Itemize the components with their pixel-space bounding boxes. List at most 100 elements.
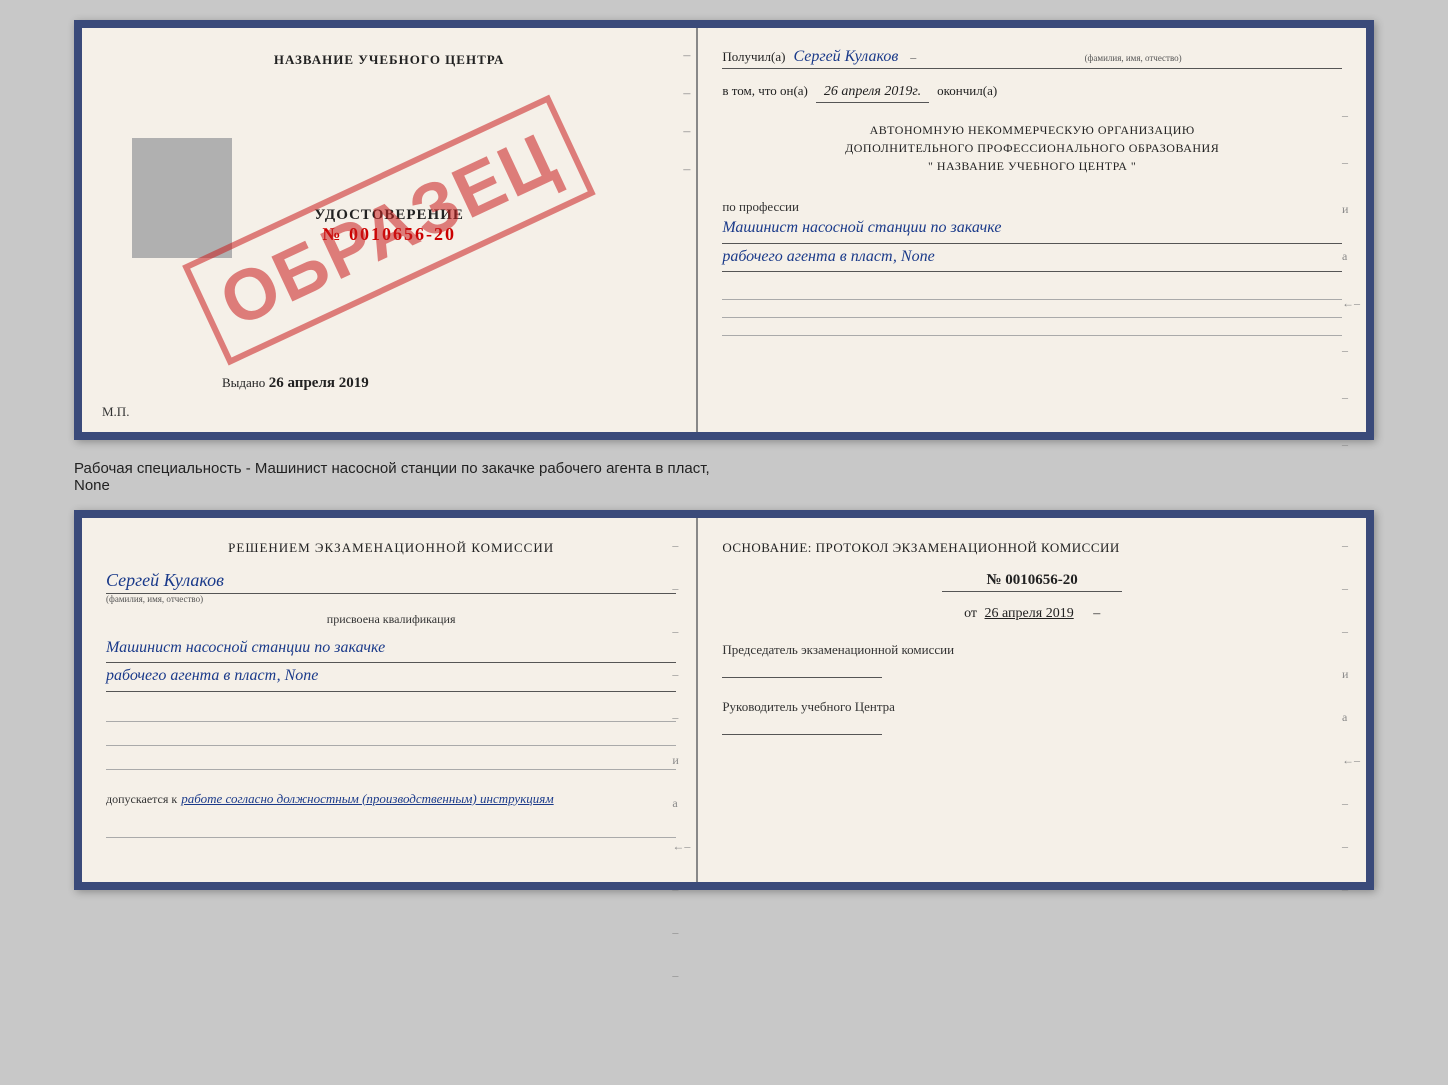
vydano-date: 26 апреля 2019	[269, 375, 369, 391]
photo-placeholder	[132, 138, 232, 258]
dash-3: –	[683, 124, 690, 140]
left-bottom-annotations: – – – – – и а ←– – – –	[672, 538, 690, 983]
dopusk-block: допускается к работе согласно должностны…	[106, 790, 676, 808]
b-ann-7: –	[672, 882, 690, 897]
vtom-line: в том, что он(а) 26 апреля 2019г. окончи…	[722, 83, 1342, 103]
kvalif-line1: Машинист насосной станции по закачке	[106, 635, 676, 664]
familiya-subtext-bottom: (фамилия, имя, отчество)	[106, 594, 676, 604]
top-document: НАЗВАНИЕ УЧЕБНОГО ЦЕНТРА УДОСТОВЕРЕНИЕ №…	[74, 20, 1374, 440]
predsedatel-label: Председатель экзаменационной комиссии	[722, 642, 1342, 658]
right-annotations: – – и а ←– – – –	[1342, 108, 1360, 452]
org-line3: " НАЗВАНИЕ УЧЕБНОГО ЦЕНТРА "	[722, 157, 1342, 175]
predsedatel-signature-line	[722, 658, 882, 678]
dopusk-label: допускается к	[106, 792, 177, 806]
predsedatel-block: Председатель экзаменационной комиссии	[722, 642, 1342, 683]
udostoverenie-block: УДОСТОВЕРЕНИЕ № 0010656-20	[314, 207, 464, 245]
profession-line2: рабочего агента в пласт, None	[722, 244, 1342, 273]
vydano-label: Выдано	[222, 375, 265, 390]
vtom-label: в том, что он(а)	[722, 83, 808, 99]
ann-dash-2: –	[1342, 155, 1360, 170]
dopusk-value: работе согласно должностным (производств…	[181, 791, 553, 806]
rukovoditel-signature-line	[722, 715, 882, 735]
bottom-document: Решением экзаменационной комиссии Сергей…	[74, 510, 1374, 890]
b-ann-5: –	[672, 710, 690, 725]
subtitle-line2: None	[74, 477, 110, 494]
rb-ann-3: –	[1342, 624, 1360, 639]
right-bottom-annotations: – – – и а ←– – – –	[1342, 538, 1360, 897]
b-ann-и: и	[672, 753, 690, 768]
top-doc-left: НАЗВАНИЕ УЧЕБНОГО ЦЕНТРА УДОСТОВЕРЕНИЕ №…	[82, 28, 698, 432]
udostoverenie-label: УДОСТОВЕРЕНИЕ	[314, 207, 464, 224]
b-ann-3: –	[672, 624, 690, 639]
b-ann-6: ←–	[672, 839, 690, 854]
person-name: Сергей Кулаков	[106, 570, 676, 594]
sep-4	[106, 824, 676, 838]
kvalif-line2: рабочего агента в пласт, None	[106, 663, 676, 692]
dash-2: –	[683, 86, 690, 102]
rb-ann-7: –	[1342, 882, 1360, 897]
b-ann-8: –	[672, 925, 690, 940]
b-ann-9: –	[672, 968, 690, 983]
top-doc-right: Получил(а) Сергей Кулаков – (фамилия, им…	[698, 28, 1366, 432]
ann-а: а	[1342, 249, 1360, 264]
mp-label: М.П.	[102, 404, 129, 420]
osnovanie-label: Основание: протокол экзаменационной коми…	[722, 538, 1342, 558]
rukovoditel-block: Руководитель учебного Центра	[722, 699, 1342, 740]
poluchil-line: Получил(а) Сергей Кулаков – (фамилия, им…	[722, 48, 1342, 69]
signature-block: Председатель экзаменационной комиссии Ру…	[722, 642, 1342, 740]
profession-line1: Машинист насосной станции по закачке	[722, 215, 1342, 244]
protokol-num: № 0010656-20	[942, 572, 1122, 592]
poluchil-value: Сергей Кулаков	[793, 48, 898, 66]
ann-dash-3: ←–	[1342, 296, 1360, 311]
rukovoditel-label: Руководитель учебного Центра	[722, 699, 1342, 715]
rb-ann-5: –	[1342, 796, 1360, 811]
org-line2: ДОПОЛНИТЕЛЬНОГО ПРОФЕССИОНАЛЬНОГО ОБРАЗО…	[722, 139, 1342, 157]
vtom-date: 26 апреля 2019г.	[816, 84, 929, 103]
sep-1	[106, 708, 676, 722]
prisvoena-label: присвоена квалификация	[106, 612, 676, 627]
okonchil-label: окончил(а)	[937, 83, 997, 99]
komissia-title: Решением экзаменационной комиссии	[106, 538, 676, 558]
b-ann-1: –	[672, 538, 690, 553]
subtitle-block: Рабочая специальность - Машинист насосно…	[74, 456, 1374, 494]
sep-3	[106, 756, 676, 770]
center-title-top: НАЗВАНИЕ УЧЕБНОГО ЦЕНТРА	[274, 52, 505, 68]
org-line1: АВТОНОМНУЮ НЕКОММЕРЧЕСКУЮ ОРГАНИЗАЦИЮ	[722, 121, 1342, 139]
ann-dash-5: –	[1342, 390, 1360, 405]
dash-sep-2	[722, 304, 1342, 318]
udostoverenie-num: № 0010656-20	[314, 224, 464, 245]
sep-2	[106, 732, 676, 746]
rb-ann-4: ←–	[1342, 753, 1360, 768]
dash-4: –	[683, 162, 690, 178]
right-dash-lines	[722, 286, 1342, 336]
ann-dash-1: –	[1342, 108, 1360, 123]
date-ot-label: от	[964, 606, 977, 621]
org-block: АВТОНОМНУЮ НЕКОММЕРЧЕСКУЮ ОРГАНИЗАЦИЮ ДО…	[722, 121, 1342, 175]
person-block: Сергей Кулаков (фамилия, имя, отчество)	[106, 570, 676, 604]
ann-dash-6: –	[1342, 437, 1360, 452]
date-dash: –	[1093, 606, 1100, 621]
b-ann-2: –	[672, 581, 690, 596]
rb-ann-и: и	[1342, 667, 1360, 682]
date-ot-value: 26 апреля 2019	[985, 606, 1074, 621]
bottom-sep-lines	[106, 708, 676, 770]
poluchil-label: Получил(а)	[722, 49, 785, 65]
ann-и: и	[1342, 202, 1360, 217]
vydano-block: Выдано 26 апреля 2019	[222, 375, 369, 392]
rb-ann-2: –	[1342, 581, 1360, 596]
left-panel-dashes: – – – –	[683, 48, 690, 178]
b-ann-а: а	[672, 796, 690, 811]
date-from-block: от 26 апреля 2019 –	[722, 606, 1342, 622]
profession-block: по профессии Машинист насосной станции п…	[722, 191, 1342, 272]
bottom-doc-right: Основание: протокол экзаменационной коми…	[698, 518, 1366, 882]
b-ann-4: –	[672, 667, 690, 682]
profession-label: по профессии	[722, 199, 1342, 215]
familiya-label: –	[910, 50, 916, 65]
subtitle-line1: Рабочая специальность - Машинист насосно…	[74, 460, 710, 477]
dash-1: –	[683, 48, 690, 64]
rb-ann-1: –	[1342, 538, 1360, 553]
dash-sep-1	[722, 286, 1342, 300]
ann-dash-4: –	[1342, 343, 1360, 358]
familiya-hint: (фамилия, имя, отчество)	[924, 53, 1342, 63]
rb-ann-а: а	[1342, 710, 1360, 725]
